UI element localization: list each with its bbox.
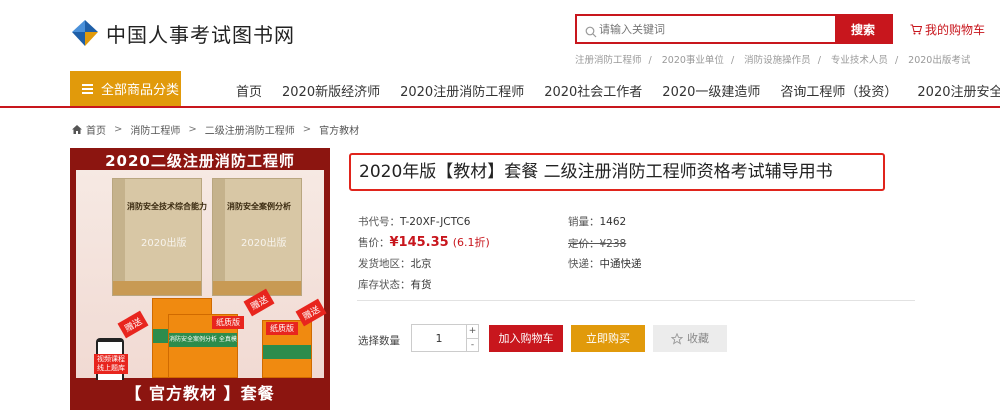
nav-item-social-worker[interactable]: 2020社会工作者 bbox=[544, 81, 642, 100]
ship-from-value: 北京 bbox=[410, 258, 432, 270]
breadcrumb-item[interactable]: 消防工程师 bbox=[130, 122, 180, 137]
logo-text: 中国人事考试图书网 bbox=[106, 22, 295, 47]
hot-link[interactable]: 2020事业单位 bbox=[662, 55, 724, 66]
nav-divider bbox=[0, 106, 1000, 108]
sales-value: 1462 bbox=[599, 216, 627, 228]
paper-edition-tag: 纸质版 bbox=[266, 322, 298, 335]
separator: / bbox=[894, 55, 899, 66]
nav-item-economist[interactable]: 2020新版经济师 bbox=[282, 81, 380, 100]
breadcrumb-item[interactable]: 二级注册消防工程师 bbox=[205, 122, 295, 137]
nav-item-constructor[interactable]: 2020一级建造师 bbox=[662, 81, 760, 100]
menu-icon bbox=[82, 83, 93, 94]
chevron-right-icon: > bbox=[188, 124, 197, 135]
chevron-right-icon: > bbox=[114, 124, 123, 135]
list-price-label: 定价： bbox=[568, 238, 600, 250]
hot-link[interactable]: 消防设施操作员 bbox=[744, 55, 811, 66]
favorite-label: 收藏 bbox=[687, 332, 709, 345]
stock-value: 有货 bbox=[410, 279, 432, 291]
breadcrumb-home[interactable]: 首页 bbox=[86, 122, 106, 137]
nav-item-fire-engineer[interactable]: 2020注册消防工程师 bbox=[400, 81, 524, 100]
nav-item-home[interactable]: 首页 bbox=[236, 81, 262, 100]
price-value: ¥145.35 bbox=[389, 235, 449, 250]
stock-label: 库存状态： bbox=[358, 279, 411, 291]
info-divider bbox=[357, 300, 915, 301]
image-top-title: 2020二级注册消防工程师 bbox=[105, 152, 295, 170]
cart-icon bbox=[910, 24, 922, 35]
my-cart-link[interactable]: 我的购物车 bbox=[910, 21, 985, 38]
book-cover-2: 消防安全案例分析 2020出版 bbox=[212, 178, 302, 296]
book-year: 2020出版 bbox=[141, 238, 187, 249]
search-input[interactable] bbox=[577, 16, 835, 42]
exam-book-title: 消防安全案例分析 全真模拟试卷 bbox=[169, 333, 237, 347]
phone-label: 视频课程 线上题库 bbox=[94, 354, 128, 374]
quantity-input[interactable] bbox=[412, 325, 466, 351]
paper-edition-tag: 纸质版 bbox=[212, 316, 244, 329]
stock-status: 库存状态：有货 bbox=[358, 277, 432, 292]
separator: / bbox=[730, 55, 735, 66]
hot-link[interactable]: 注册消防工程师 bbox=[575, 55, 642, 66]
search-button[interactable]: 搜索 bbox=[835, 16, 891, 42]
all-categories-label: 全部商品分类 bbox=[101, 83, 180, 98]
breadcrumb: 首页 > 消防工程师 > 二级注册消防工程师 > 官方教材 bbox=[72, 122, 359, 137]
separator: / bbox=[817, 55, 821, 66]
ship-from: 发货地区：北京 bbox=[358, 256, 432, 271]
increment-button[interactable]: + bbox=[467, 325, 478, 339]
book-title: 消防安全技术综合能力 bbox=[127, 202, 207, 211]
site-logo[interactable]: 中国人事考试图书网 bbox=[70, 18, 295, 48]
courier: 快递：中通快递 bbox=[568, 256, 642, 271]
buy-now-button[interactable]: 立即购买 bbox=[571, 325, 645, 352]
book-cover-1: 消防安全技术综合能力 2020出版 bbox=[112, 178, 207, 296]
quantity-label: 选择数量 bbox=[358, 335, 400, 347]
main-nav: 首页 2020新版经济师 2020注册消防工程师 2020社会工作者 2020一… bbox=[236, 81, 1000, 100]
courier-label: 快递： bbox=[568, 258, 600, 270]
add-to-cart-button[interactable]: 加入购物车 bbox=[489, 325, 563, 352]
price-label: 售价： bbox=[358, 237, 390, 249]
gift-tag: 赠送 bbox=[117, 310, 149, 339]
image-caption: 【 官方教材 】套餐 bbox=[70, 380, 330, 410]
hot-search-links: 注册消防工程师 / 2020事业单位 / 消防设施操作员 / 专业技术人员 / 2020… bbox=[575, 52, 970, 66]
logo-icon bbox=[70, 18, 100, 48]
breadcrumb-current: 官方教材 bbox=[319, 126, 360, 137]
search-icon bbox=[585, 23, 597, 38]
nav-item-safety-engineer[interactable]: 2020注册安全工程师 bbox=[917, 81, 1000, 100]
sales-count: 销量：1462 bbox=[568, 214, 626, 229]
quantity-stepper: + - bbox=[411, 324, 479, 352]
ship-from-label: 发货地区： bbox=[358, 258, 411, 270]
discount-value: (6.1折) bbox=[452, 236, 490, 249]
product-title: 2020年版【教材】套餐 二级注册消防工程师资格考试辅导用书 bbox=[349, 153, 885, 191]
book-code-value: T-20XF-JCTC6 bbox=[400, 216, 471, 228]
book-title: 消防安全案例分析 bbox=[227, 202, 291, 211]
product-image[interactable]: 2020二级注册消防工程师 消防安全技术综合能力 2020出版 消防安全案例分析… bbox=[70, 148, 330, 410]
book-code-label: 书代号： bbox=[358, 216, 400, 228]
cart-label: 我的购物车 bbox=[925, 23, 986, 37]
star-icon bbox=[671, 332, 683, 345]
hot-link[interactable]: 专业技术人员 bbox=[831, 55, 888, 66]
list-price-value: ¥238 bbox=[599, 238, 627, 250]
separator: / bbox=[648, 55, 652, 66]
nav-item-consulting-engineer[interactable]: 咨询工程师（投资） bbox=[780, 81, 897, 100]
hot-link[interactable]: 2020出版考试 bbox=[908, 55, 970, 66]
home-icon bbox=[72, 125, 82, 134]
search-bar: 搜索 bbox=[575, 14, 893, 44]
all-categories-button[interactable]: 全部商品分类 bbox=[70, 71, 181, 106]
favorite-button[interactable]: 收藏 bbox=[653, 325, 727, 352]
sales-label: 销量： bbox=[568, 216, 600, 228]
book-year: 2020出版 bbox=[241, 238, 287, 249]
quantity-step-buttons: + - bbox=[466, 325, 478, 351]
list-price: 定价：¥238 bbox=[568, 236, 626, 251]
image-body: 消防安全技术综合能力 2020出版 消防安全案例分析 2020出版 2020 消… bbox=[76, 170, 327, 390]
courier-value: 中通快递 bbox=[599, 258, 642, 270]
book-code: 书代号：T-20XF-JCTC6 bbox=[358, 214, 470, 229]
chevron-right-icon: > bbox=[302, 124, 312, 135]
decrement-button[interactable]: - bbox=[467, 339, 478, 352]
sale-price: 售价：¥145.35 (6.1折) bbox=[358, 234, 490, 250]
